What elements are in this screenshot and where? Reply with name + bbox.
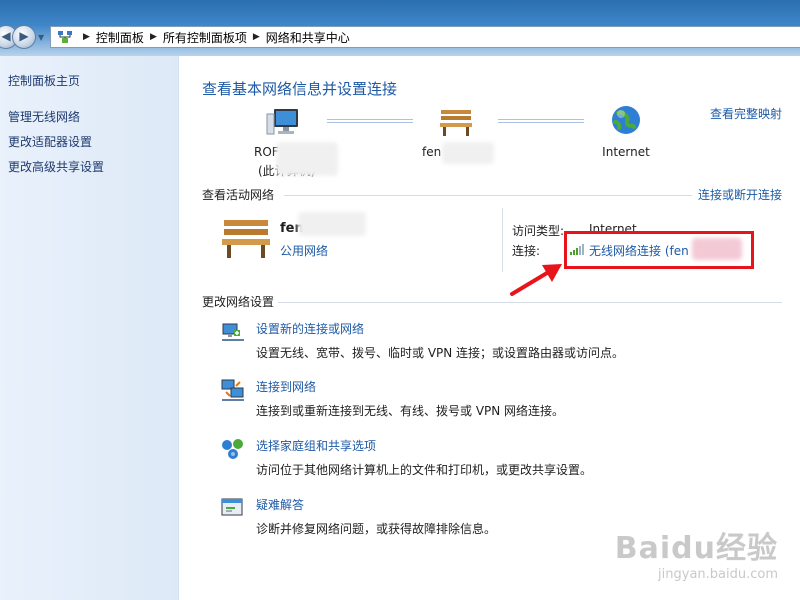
internet-globe-icon[interactable] [610,104,642,136]
task-title[interactable]: 连接到网络 [256,378,316,395]
address-bar-area: ◀ ▶ ▼ ▶ 控制面板 ▶ 所有控制面板项 ▶ 网络和共享中心 [0,0,800,56]
redaction-blur [298,212,366,236]
divider [278,302,782,303]
active-bench-icon [220,216,272,260]
task-description: 连接到或重新连接到无线、有线、拨号或 VPN 网络连接。 [256,404,565,418]
sidebar: 控制面板主页 管理无线网络 更改适配器设置 更改高级共享设置 [0,56,179,600]
forward-arrow-icon: ▶ [19,29,29,43]
access-type-label: 访问类型: [512,224,565,238]
forward-button[interactable]: ▶ [12,25,36,49]
watermark-brand: Baidu经验 [614,531,778,566]
watermark-url: jingyan.baidu.com [658,567,778,582]
vertical-divider [502,208,503,272]
troubleshoot-icon [220,496,246,520]
chevron-right-icon[interactable]: ▶ [253,32,260,42]
redaction-blur [442,142,494,164]
breadcrumb-item[interactable]: 控制面板 [96,29,144,46]
network-crumb-icon [57,30,73,44]
sidebar-item-sharing-settings[interactable]: 更改高级共享设置 [8,158,104,175]
new-connection-icon [220,320,246,344]
page-title: 查看基本网络信息并设置连接 [202,80,398,98]
sidebar-item-manage-wireless[interactable]: 管理无线网络 [8,108,80,125]
divider [284,195,692,196]
history-dropdown-icon[interactable]: ▼ [38,33,44,42]
internet-label: Internet [602,145,650,159]
sidebar-home-link[interactable]: 控制面板主页 [8,72,80,89]
task-title[interactable]: 疑难解答 [256,496,304,513]
highlight-box [564,231,754,269]
network-type-link[interactable]: 公用网络 [280,242,328,259]
breadcrumb-item[interactable]: 所有控制面板项 [163,29,247,46]
connection-label: 连接: [512,244,541,258]
connection-line [498,119,584,123]
homegroup-icon [220,437,246,461]
watermark: Baidu经验 jingyan.baidu.com [615,523,778,582]
bench-network-icon[interactable] [438,106,474,138]
address-box[interactable]: ▶ 控制面板 ▶ 所有控制面板项 ▶ 网络和共享中心 [50,26,800,48]
connection-line [327,119,413,123]
active-networks-header: 查看活动网络 [202,188,275,202]
task-title[interactable]: 设置新的连接或网络 [256,320,364,337]
breadcrumb: ▶ 控制面板 ▶ 所有控制面板项 ▶ 网络和共享中心 [77,29,350,46]
full-map-link[interactable]: 查看完整映射 [710,105,782,122]
redaction-blur [276,142,338,176]
task-description: 诊断并修复网络问题，或获得故障排除信息。 [256,522,497,536]
connect-disconnect-link[interactable]: 连接或断开连接 [698,186,782,203]
task-description: 访问位于其他网络计算机上的文件和打印机，或更改共享设置。 [256,463,593,477]
connect-network-icon [220,378,246,402]
breadcrumb-item[interactable]: 网络和共享中心 [266,29,350,46]
sidebar-item-adapter-settings[interactable]: 更改适配器设置 [8,133,92,150]
chevron-right-icon[interactable]: ▶ [83,32,90,42]
main-content: 查看基本网络信息并设置连接 查看完整映射 ROF (此计算机) fen Inte… [180,56,800,600]
change-settings-header: 更改网络设置 [202,295,275,309]
chevron-right-icon[interactable]: ▶ [150,32,157,42]
annotation-arrow-icon [510,264,562,296]
computer-icon[interactable] [266,106,302,138]
task-description: 设置无线、宽带、拨号、临时或 VPN 连接；或设置路由器或访问点。 [256,346,625,360]
task-title[interactable]: 选择家庭组和共享选项 [256,437,376,454]
